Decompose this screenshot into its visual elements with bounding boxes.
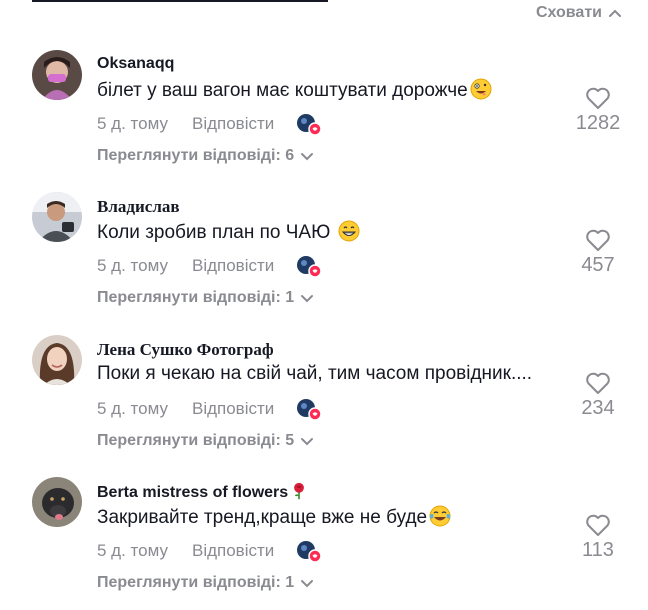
like-count: 113: [582, 539, 614, 561]
like-count: 457: [581, 254, 615, 276]
view-replies-button[interactable]: Переглянути відповіді: 1: [97, 289, 314, 307]
like-count: 234: [581, 397, 615, 419]
comment-time: 5 д. тому: [97, 256, 168, 275]
tears-of-joy-emoji: [429, 505, 451, 527]
view-replies-button[interactable]: Переглянути відповіді: 6: [97, 147, 314, 165]
reply-button[interactable]: Відповісти: [192, 114, 274, 134]
avatar[interactable]: [32, 335, 82, 385]
comment-text: Закривайте тренд,краще вже не буде: [97, 505, 451, 529]
comment-item: Oksanaqq білет у ваш вагон має коштувати…: [0, 50, 648, 180]
avatar[interactable]: [32, 50, 82, 100]
comment-item: Berta mistress of flowers Закривайте тре…: [0, 477, 648, 607]
chevron-up-icon: [609, 9, 621, 17]
reply-button[interactable]: Відповісти: [192, 541, 274, 561]
comment-meta: 5 д. тому Відповісти: [97, 539, 323, 563]
avatar[interactable]: [32, 477, 82, 527]
chevron-down-icon: [301, 295, 314, 303]
like-count: 1282: [575, 112, 621, 134]
chevron-down-icon: [301, 438, 314, 446]
reply-button[interactable]: Відповісти: [192, 399, 274, 419]
heart-icon[interactable]: [585, 513, 611, 537]
hide-label: Сховати: [535, 4, 602, 21]
creator-liked-badge: [296, 254, 323, 278]
comment-time: 5 д. тому: [97, 114, 168, 133]
comment-text: Поки я чекаю на свій чай, тим часом пров…: [97, 363, 533, 384]
chevron-down-icon: [301, 580, 314, 588]
creator-liked-badge: [296, 112, 323, 136]
comment-username[interactable]: Лена Сушко Фотограф: [97, 340, 274, 360]
like-control: 113: [566, 513, 630, 562]
comment-text: білет у ваш вагон має коштувати дорожче: [97, 78, 492, 102]
creator-liked-badge: [296, 397, 323, 421]
heart-icon[interactable]: [585, 371, 611, 395]
rose-emoji: [294, 482, 305, 500]
hide-comments-button[interactable]: Сховати: [536, 4, 622, 22]
heart-icon[interactable]: [585, 228, 611, 252]
reply-button[interactable]: Відповісти: [192, 256, 274, 276]
chevron-down-icon: [301, 153, 314, 161]
comment-text: Коли зробив план по ЧАЮ: [97, 220, 360, 244]
view-replies-label: Переглянути відповіді: 1: [97, 574, 295, 591]
avatar[interactable]: [32, 192, 82, 242]
comment-item: Лена Сушко Фотограф Поки я чекаю на свій…: [0, 335, 648, 465]
like-control: 1282: [566, 86, 630, 135]
view-replies-button[interactable]: Переглянути відповіді: 1: [97, 574, 314, 592]
view-replies-button[interactable]: Переглянути відповіді: 5: [97, 432, 314, 450]
comment-username[interactable]: Владислав: [97, 197, 180, 217]
comment-time: 5 д. тому: [97, 399, 168, 418]
comment-item: Владислав Коли зробив план по ЧАЮ 5 д. т…: [0, 192, 648, 322]
view-replies-label: Переглянути відповіді: 5: [97, 432, 295, 449]
like-control: 457: [566, 228, 630, 277]
zany-face-emoji: [470, 78, 492, 100]
comment-time: 5 д. тому: [97, 541, 168, 560]
like-control: 234: [566, 371, 630, 420]
heart-icon[interactable]: [585, 86, 611, 110]
comment-username[interactable]: Oksanaqq: [97, 55, 174, 73]
comment-username[interactable]: Berta mistress of flowers: [97, 482, 308, 502]
view-replies-label: Переглянути відповіді: 1: [97, 289, 295, 306]
top-divider: [32, 0, 328, 2]
comment-meta: 5 д. тому Відповісти: [97, 397, 323, 421]
comment-meta: 5 д. тому Відповісти: [97, 254, 323, 278]
comment-meta: 5 д. тому Відповісти: [97, 112, 323, 136]
creator-liked-badge: [296, 539, 323, 563]
view-replies-label: Переглянути відповіді: 6: [97, 147, 295, 164]
grinning-face-emoji: [338, 220, 360, 242]
